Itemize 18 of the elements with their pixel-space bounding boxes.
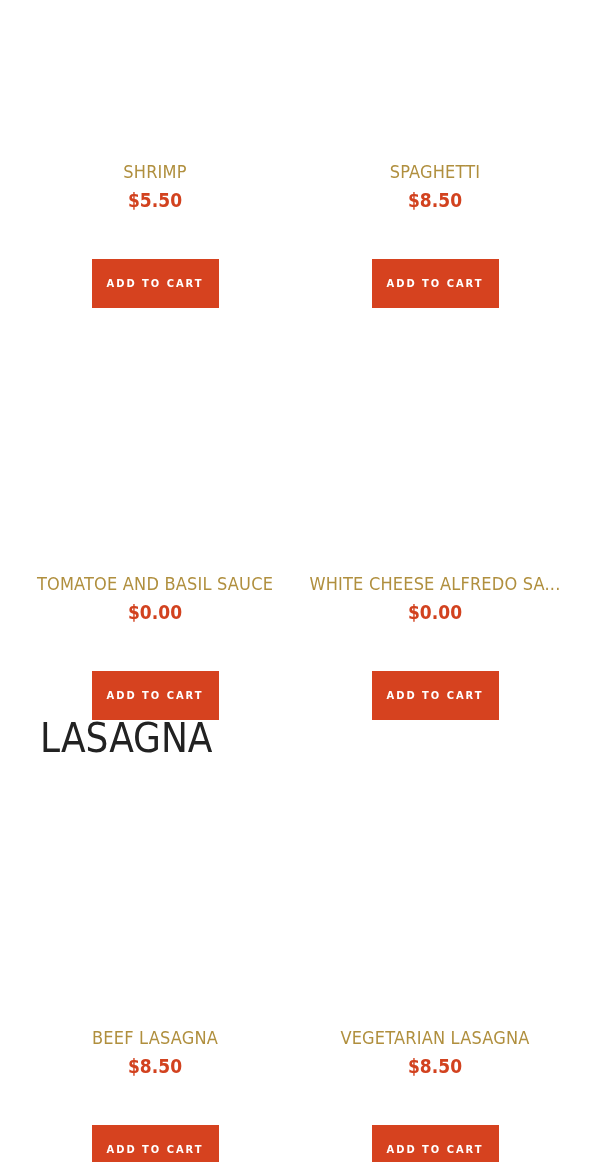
add-to-cart-button[interactable]: ADD TO CART <box>371 1125 499 1162</box>
product-price: $8.50 <box>407 1054 463 1078</box>
product-name[interactable]: TOMATOE AND BASIL SAUCE <box>36 573 274 595</box>
product-name[interactable]: SPAGHETTI <box>389 161 481 183</box>
product-price: $8.50 <box>127 1054 183 1078</box>
add-to-cart-button[interactable]: ADD TO CART <box>91 1125 219 1162</box>
product-price: $5.50 <box>127 188 183 212</box>
product-name[interactable]: BEEF LASAGNA <box>91 1027 218 1049</box>
add-to-cart-button[interactable]: ADD TO CART <box>371 259 499 308</box>
product-price: $0.00 <box>127 600 183 624</box>
product-name[interactable]: WHITE CHEESE ALFREDO SA... <box>309 573 561 595</box>
add-to-cart-button[interactable]: ADD TO CART <box>371 671 499 720</box>
product-price: $0.00 <box>407 600 463 624</box>
add-to-cart-button[interactable]: ADD TO CART <box>91 259 219 308</box>
product-price: $8.50 <box>407 188 463 212</box>
product-name[interactable]: SHRIMP <box>123 161 187 183</box>
product-name[interactable]: VEGETARIAN LASAGNA <box>340 1027 530 1049</box>
add-to-cart-button[interactable]: ADD TO CART <box>91 671 219 720</box>
